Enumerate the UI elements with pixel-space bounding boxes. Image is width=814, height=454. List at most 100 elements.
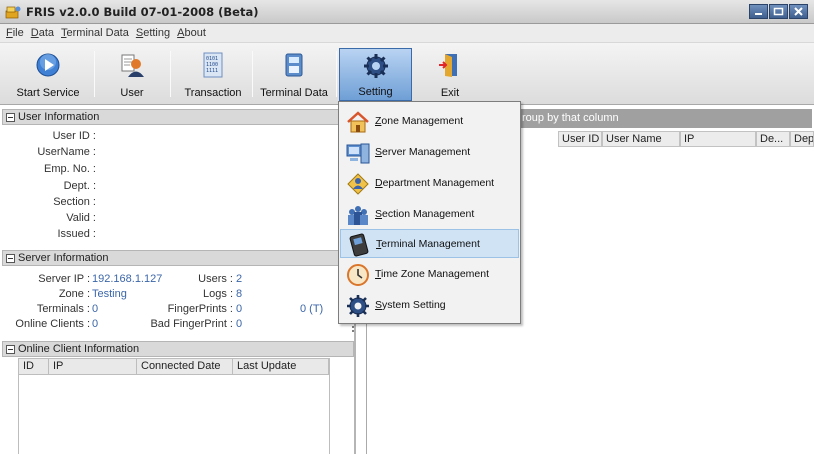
menu-item-system-setting[interactable]: System Setting — [340, 291, 519, 320]
column-user-id[interactable]: User ID — [558, 131, 602, 147]
issued-label: Issued : — [57, 228, 96, 240]
app-icon — [5, 6, 21, 18]
online-client-table-body[interactable] — [18, 375, 330, 454]
title-bar: FRIS v2.0.0 Build 07-01-2008 (Beta) — [0, 0, 814, 24]
collapse-icon[interactable] — [6, 112, 15, 122]
menu-terminal-data[interactable]: Terminal Data — [61, 27, 129, 39]
column-de[interactable]: De... — [756, 131, 790, 147]
toolbar-separator — [336, 51, 337, 97]
menu-data[interactable]: Data — [31, 27, 54, 39]
binary-data-icon: 0101 1100 1111 — [203, 52, 223, 78]
fingerprints-label: FingerPrints : — [167, 303, 233, 315]
group-icon — [348, 206, 368, 225]
group-by-hint: roup by that column — [522, 112, 619, 124]
setting-label: Setting — [358, 86, 393, 98]
column-ip[interactable]: IP — [49, 359, 137, 374]
exit-label: Exit — [440, 87, 460, 99]
menu-item-terminal-management[interactable]: Terminal Management — [340, 229, 519, 258]
menu-setting-rest: etting — [143, 27, 171, 39]
menu-file-rest: ile — [12, 27, 24, 39]
fingerprints-value: 0 — [236, 303, 243, 315]
menu-item-department-management[interactable]: Department Management — [340, 169, 519, 198]
column-last-update[interactable]: Last Update — [233, 359, 329, 374]
terminals-value: 0 — [92, 303, 99, 315]
menu-about-rest: bout — [184, 27, 206, 39]
server-info-row: Terminals : 0 FingerPrints : 0 0 (T) — [0, 303, 360, 317]
menu-terminal-data-rest: erminal Data — [66, 27, 129, 39]
bad-fingerprint-value: 0 — [236, 318, 243, 330]
department-management-label: Department Management — [375, 177, 495, 189]
menu-file[interactable]: File — [6, 27, 24, 39]
toolbar-separator — [94, 51, 95, 97]
exit-button[interactable]: Exit — [420, 48, 480, 101]
server-info-row: Server IP : 192.168.1.127 Users : 2 — [0, 273, 360, 287]
fingerprints-t-value: 0 (T) — [300, 303, 324, 315]
menu-item-zone-management[interactable]: Zone Management — [340, 107, 519, 136]
transaction-button[interactable]: 0101 1100 1111 Transaction — [178, 48, 248, 101]
user-button[interactable]: User — [104, 48, 160, 101]
exit-door-icon — [439, 54, 457, 77]
home-icon — [347, 111, 369, 133]
server-ip-label: Server IP : — [38, 273, 90, 285]
zone-value: Testing — [92, 288, 127, 300]
menu-item-server-management[interactable]: Server Management — [340, 138, 519, 167]
time-zone-management-label: Time Zone Management — [375, 268, 490, 280]
zone-label: Zone : — [58, 288, 90, 300]
menu-setting[interactable]: Setting — [136, 27, 170, 39]
column-ip[interactable]: IP — [680, 131, 756, 147]
online-clients-value: 0 — [92, 318, 99, 330]
zone-management-label: Zone Management — [375, 115, 464, 127]
menu-item-section-management[interactable]: Section Management — [340, 200, 519, 229]
collapse-icon[interactable] — [6, 253, 15, 263]
online-client-header[interactable]: Online Client Information — [2, 341, 354, 357]
gear-icon — [347, 295, 369, 317]
close-icon — [794, 7, 803, 16]
column-dep[interactable]: Dep — [790, 131, 814, 147]
gear-icon — [363, 54, 388, 78]
user-info-header[interactable]: User Information — [2, 109, 354, 125]
online-client-title: Online Client Information — [18, 343, 140, 355]
minimize-icon — [755, 13, 762, 15]
username-label: UserName : — [37, 146, 96, 158]
menu-data-key: D — [30, 27, 39, 39]
server-management-label: Server Management — [375, 146, 471, 158]
menu-bar: File Data Terminal Data Setting About — [0, 24, 814, 43]
server-icon — [346, 143, 370, 164]
close-button[interactable] — [789, 4, 808, 19]
menu-data-rest: ata — [38, 27, 54, 39]
terminal-data-label: Terminal Data — [260, 87, 328, 99]
section-management-label: Section Management — [375, 208, 475, 220]
terminal-data-button[interactable]: Terminal Data — [254, 48, 334, 101]
menu-about[interactable]: About — [177, 27, 206, 39]
terminal-management-label: Terminal Management — [376, 238, 480, 250]
window-controls — [748, 4, 808, 19]
online-client-table-header: ID IP Connected Date Last Update — [18, 358, 330, 375]
toolbar-separator — [252, 51, 253, 97]
department-icon — [347, 173, 369, 195]
users-value: 2 — [236, 273, 243, 285]
server-info-title: Server Information — [18, 252, 109, 264]
svg-text:1111: 1111 — [206, 68, 218, 74]
terminal-icon — [349, 233, 369, 257]
server-info-row: Online Clients : 0 Bad FingerPrint : 0 — [0, 318, 360, 332]
system-setting-label: System Setting — [375, 299, 446, 311]
section-label: Section : — [53, 196, 96, 208]
column-user-name[interactable]: User Name — [602, 131, 680, 147]
menu-item-time-zone-management[interactable]: Time Zone Management — [340, 260, 519, 289]
user-id-label: User ID : — [52, 130, 96, 142]
toolbar-separator — [170, 51, 171, 97]
user-info-title: User Information — [18, 111, 100, 123]
column-connected-date[interactable]: Connected Date — [137, 359, 233, 374]
collapse-icon[interactable] — [6, 344, 15, 354]
user-label: User — [120, 87, 144, 99]
maximize-button[interactable] — [769, 4, 788, 19]
setting-dropdown-menu: Zone Management Server Management Depart… — [338, 101, 521, 324]
dept-label: Dept. : — [63, 180, 96, 192]
minimize-button[interactable] — [749, 4, 768, 19]
server-ip-value: 192.168.1.127 — [92, 273, 163, 285]
column-id[interactable]: ID — [19, 359, 49, 374]
logs-label: Logs : — [203, 288, 233, 300]
setting-button[interactable]: Setting — [339, 48, 412, 101]
start-service-button[interactable]: Start Service — [14, 48, 82, 101]
server-info-header[interactable]: Server Information — [2, 250, 354, 266]
